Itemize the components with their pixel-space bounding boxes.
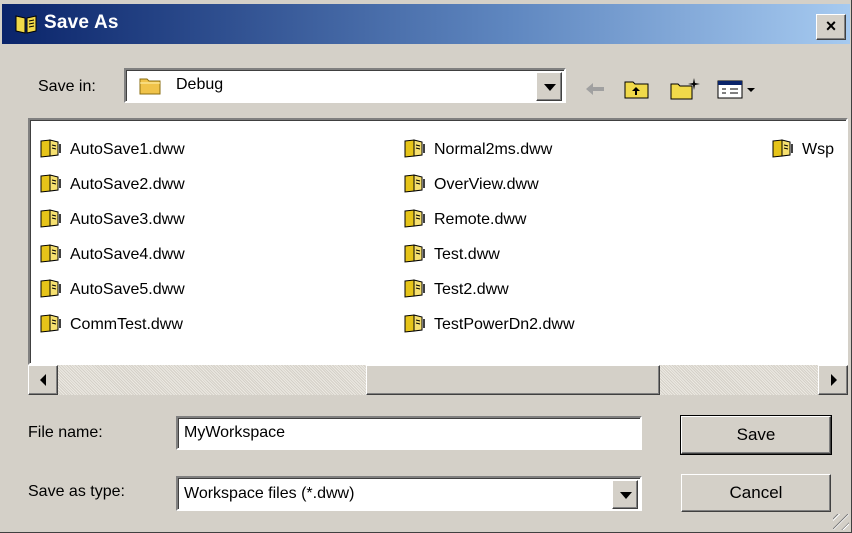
open-book-icon — [15, 15, 37, 34]
workspace-file-icon — [404, 173, 430, 193]
chevron-down-icon — [620, 492, 632, 499]
close-icon: × — [825, 16, 837, 36]
arrow-left-icon — [40, 374, 46, 386]
save-type-value: Workspace files (*.dww) — [184, 485, 355, 502]
workspace-file-icon — [772, 138, 798, 158]
workspace-file-icon — [404, 313, 430, 333]
workspace-file-icon — [40, 208, 66, 228]
dialog-title: Save As — [44, 12, 119, 33]
workspace-file-icon — [404, 208, 430, 228]
file-name: CommTest.dww — [70, 316, 183, 333]
folder-icon — [139, 78, 161, 95]
save-in-dropdown-button[interactable] — [536, 72, 562, 101]
file-name: Remote.dww — [434, 211, 527, 228]
back-arrow-icon[interactable] — [580, 76, 608, 102]
file-name: Wsp — [802, 141, 834, 158]
cancel-button[interactable]: Cancel — [681, 474, 831, 512]
workspace-file-icon — [40, 243, 66, 263]
scroll-thumb[interactable] — [366, 365, 660, 395]
save-type-dropdown-button[interactable] — [612, 480, 638, 509]
new-folder-icon[interactable] — [668, 76, 702, 102]
save-in-value: Debug — [176, 76, 224, 93]
workspace-file-icon — [404, 138, 430, 158]
file-name: AutoSave4.dww — [70, 246, 185, 263]
workspace-file-icon — [40, 313, 66, 333]
file-name: OverView.dww — [434, 176, 539, 193]
workspace-file-icon — [40, 138, 66, 158]
workspace-file-icon — [404, 278, 430, 298]
save-as-dialog: Save As × Save in: Debug AutoSave1.dww Au… — [0, 0, 852, 533]
file-name: AutoSave1.dww — [70, 141, 185, 158]
file-name: Normal2ms.dww — [434, 141, 553, 158]
save-button[interactable]: Save — [680, 415, 832, 455]
file-name-value: MyWorkspace — [184, 424, 286, 441]
title-bar[interactable]: Save As × — [2, 4, 850, 44]
scroll-left-button[interactable] — [28, 365, 58, 395]
workspace-file-icon — [404, 243, 430, 263]
file-name: Test.dww — [434, 246, 500, 263]
arrow-right-icon — [831, 374, 837, 386]
workspace-file-icon — [40, 278, 66, 298]
file-name-field[interactable]: MyWorkspace — [176, 416, 642, 450]
scroll-right-button[interactable] — [818, 365, 848, 395]
workspace-file-icon — [40, 173, 66, 193]
view-menu-icon[interactable] — [716, 76, 760, 102]
save-type-select[interactable]: Workspace files (*.dww) — [176, 476, 642, 511]
resize-grip[interactable] — [833, 514, 849, 530]
file-name: AutoSave3.dww — [70, 211, 185, 228]
file-name: AutoSave2.dww — [70, 176, 185, 193]
file-name: AutoSave5.dww — [70, 281, 185, 298]
chevron-down-icon — [544, 84, 556, 91]
file-name-label: File name: — [28, 424, 103, 441]
horizontal-scrollbar[interactable] — [28, 365, 848, 395]
file-name: Test2.dww — [434, 281, 509, 298]
save-type-label: Save as type: — [28, 483, 125, 500]
close-button[interactable]: × — [816, 14, 846, 40]
file-list[interactable]: AutoSave1.dww AutoSave2.dww AutoSave3.dww A… — [28, 118, 848, 365]
save-in-label: Save in: — [38, 78, 96, 95]
cancel-button-label: Cancel — [729, 483, 783, 502]
file-name: TestPowerDn2.dww — [434, 316, 575, 333]
save-button-label: Save — [736, 425, 776, 444]
save-in-combo[interactable]: Debug — [124, 68, 566, 103]
up-folder-icon[interactable] — [622, 76, 652, 102]
